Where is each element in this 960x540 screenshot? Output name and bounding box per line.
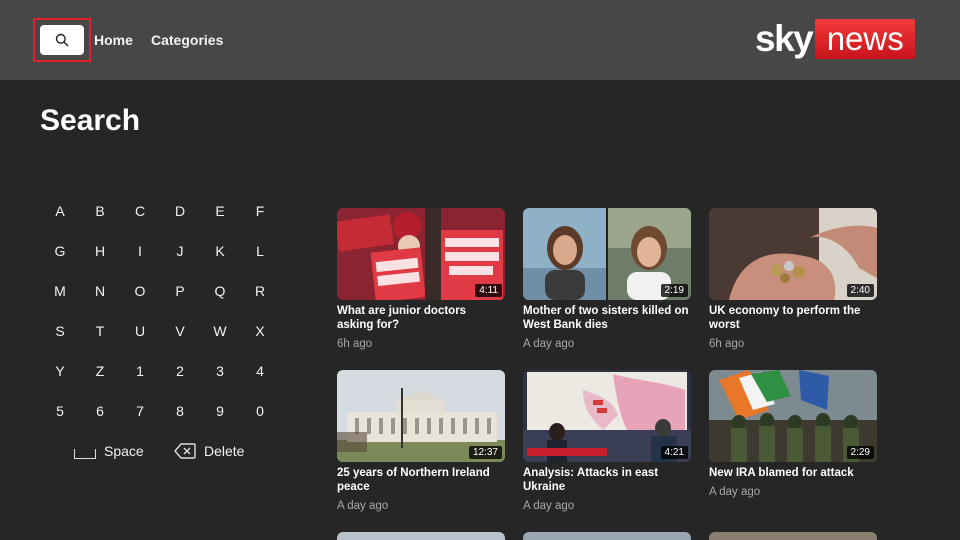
video-duration: 2:19: [660, 284, 688, 297]
key-t[interactable]: T: [80, 313, 120, 349]
video-thumbnail: 4:21: [523, 370, 691, 462]
search-icon: [55, 33, 69, 47]
video-thumbnail: 12:37: [337, 370, 505, 462]
key-w[interactable]: W: [200, 313, 240, 349]
video-title: What are junior doctors asking for?: [337, 305, 467, 331]
key-4[interactable]: 4: [240, 353, 280, 389]
key-1[interactable]: 1: [120, 353, 160, 389]
key-6[interactable]: 6: [80, 393, 120, 429]
video-thumbnail: 2:40: [709, 208, 877, 300]
key-p[interactable]: P: [160, 273, 200, 309]
video-thumbnail: 2:19: [523, 208, 691, 300]
key-l[interactable]: L: [240, 233, 280, 269]
key-3[interactable]: 3: [200, 353, 240, 389]
space-key-label: Space: [104, 443, 144, 459]
key-z[interactable]: Z: [80, 353, 120, 389]
video-title: Analysis: Attacks in east Ukraine: [523, 467, 659, 493]
video-timestamp: A day ago: [523, 500, 575, 512]
page-title: Search: [40, 104, 141, 137]
key-m[interactable]: M: [40, 273, 80, 309]
key-c[interactable]: C: [120, 193, 160, 229]
key-e[interactable]: E: [200, 193, 240, 229]
key-y[interactable]: Y: [40, 353, 80, 389]
video-title: New IRA blamed for attack: [709, 467, 854, 479]
video-card[interactable]: 2:19 Mother of two sisters killed on Wes…: [523, 208, 691, 350]
space-icon: [74, 449, 96, 459]
video-card[interactable]: 12:37 25 years of Northern Ireland peace…: [337, 370, 505, 512]
search-button-inner: [40, 25, 84, 55]
video-card[interactable]: 4:21 Analysis: Attacks in east Ukraine A…: [523, 370, 691, 512]
video-duration: 4:11: [475, 284, 502, 297]
video-duration: 4:21: [660, 446, 688, 459]
video-timestamp: A day ago: [337, 500, 389, 512]
key-i[interactable]: I: [120, 233, 160, 269]
key-9[interactable]: 9: [200, 393, 240, 429]
video-timestamp: 6h ago: [709, 338, 745, 350]
key-f[interactable]: F: [240, 193, 280, 229]
key-0[interactable]: 0: [240, 393, 280, 429]
key-5[interactable]: 5: [40, 393, 80, 429]
key-x[interactable]: X: [240, 313, 280, 349]
key-d[interactable]: D: [160, 193, 200, 229]
key-b[interactable]: B: [80, 193, 120, 229]
nav-categories-link[interactable]: Categories: [151, 32, 223, 48]
video-duration: 2:29: [846, 446, 874, 459]
key-r[interactable]: R: [240, 273, 280, 309]
backspace-icon: [174, 443, 196, 459]
video-thumbnail: 4:11: [337, 208, 505, 300]
delete-key[interactable]: Delete: [174, 436, 244, 466]
search-button[interactable]: [33, 18, 91, 62]
video-duration: 2:40: [846, 284, 874, 297]
video-title: 25 years of Northern Ireland peace: [337, 467, 490, 493]
top-nav-bar: Home Categories sky news: [0, 0, 960, 80]
video-title: UK economy to perform the worst: [709, 305, 861, 331]
key-8[interactable]: 8: [160, 393, 200, 429]
key-o[interactable]: O: [120, 273, 160, 309]
video-card-partial[interactable]: [523, 532, 691, 540]
video-thumbnail: 2:29: [709, 370, 877, 462]
logo-sky-text: sky: [755, 18, 814, 59]
video-timestamp: A day ago: [523, 338, 575, 350]
key-n[interactable]: N: [80, 273, 120, 309]
video-title: Mother of two sisters killed on West Ban…: [523, 305, 689, 331]
key-s[interactable]: S: [40, 313, 80, 349]
video-timestamp: A day ago: [709, 486, 761, 498]
sky-news-logo: sky news: [755, 18, 916, 59]
video-timestamp: 6h ago: [337, 338, 373, 350]
key-a[interactable]: A: [40, 193, 80, 229]
key-2[interactable]: 2: [160, 353, 200, 389]
delete-key-label: Delete: [204, 443, 245, 459]
nav-home-link[interactable]: Home: [94, 32, 133, 48]
video-card-partial[interactable]: [709, 532, 877, 540]
key-q[interactable]: Q: [200, 273, 240, 309]
key-v[interactable]: V: [160, 313, 200, 349]
key-j[interactable]: J: [160, 233, 200, 269]
key-g[interactable]: G: [40, 233, 80, 269]
video-duration: 12:37: [468, 446, 502, 459]
key-u[interactable]: U: [120, 313, 160, 349]
key-7[interactable]: 7: [120, 393, 160, 429]
video-card-partial[interactable]: [337, 532, 505, 540]
key-h[interactable]: H: [80, 233, 120, 269]
video-card[interactable]: 2:29 New IRA blamed for attack A day ago: [709, 370, 877, 498]
logo-news-text: news: [815, 19, 916, 59]
space-key[interactable]: Space: [74, 436, 144, 466]
video-card[interactable]: 2:40 UK economy to perform the worst 6h …: [709, 208, 877, 350]
video-card[interactable]: 4:11 What are junior doctors asking for?…: [337, 208, 505, 350]
key-k[interactable]: K: [200, 233, 240, 269]
